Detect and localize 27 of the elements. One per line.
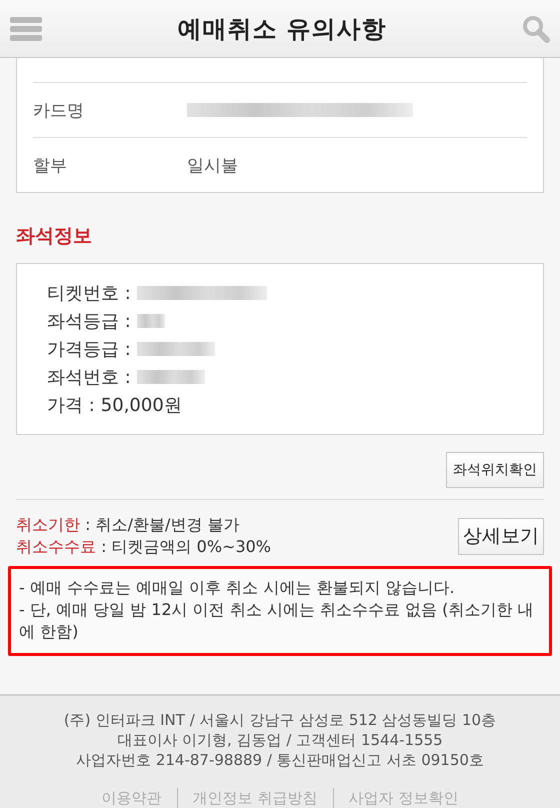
seat-location-button[interactable]: 좌석위치확인 [446, 452, 544, 488]
footer-link[interactable]: 이용약관 [86, 788, 177, 808]
company-info: 사업자번호 214-87-98889 / 통신판매업신고 서초 09150호 [75, 750, 485, 770]
row-value: 일시불 [187, 154, 238, 176]
row-label: 카드명 [33, 100, 85, 122]
seat-value: 50,000원 [100, 394, 182, 417]
search-icon[interactable] [522, 14, 550, 42]
footer-link[interactable]: 사업자 정보확인 [332, 788, 474, 808]
row-label: 할부 [33, 154, 68, 176]
notice-text: - 단, 예매 당일 밤 12시 이전 취소 시에는 취소수수료 없음 (취소기한 내에 한함) [19, 599, 534, 643]
seat-label: 가격 : [47, 394, 95, 417]
company-info: (주) 인터파크 INT / 서울시 강남구 삼성로 512 삼성동빌딩 10층 [62, 710, 498, 730]
cancel-value: : 취소/환불/변경 불가 [85, 515, 240, 534]
cancel-value: : 티켓금액의 0%~30% [101, 537, 272, 556]
seat-label: 좌석번호 : [47, 366, 131, 389]
section-title: 좌석정보 [16, 224, 93, 249]
details-button[interactable]: 상세보기 [458, 518, 544, 554]
page-title: 예매취소 유의사항 [177, 14, 387, 44]
company-info: 대표이사 이기형, 김동업 / 고객센터 1544-1555 [116, 730, 444, 750]
cancel-label: 취소기한 [16, 515, 80, 534]
seat-label: 티켓번호 : [47, 282, 131, 305]
cancel-label: 취소수수료 [16, 537, 96, 556]
notice-text: - 예매 수수료는 예매일 이후 취소 시에는 환불되지 않습니다. [19, 577, 456, 599]
seat-label: 좌석등급 : [47, 310, 131, 333]
footer-link[interactable]: 개인정보 취급방침 [176, 788, 332, 808]
menu-icon[interactable] [10, 14, 42, 42]
seat-label: 가격등급 : [47, 338, 131, 361]
